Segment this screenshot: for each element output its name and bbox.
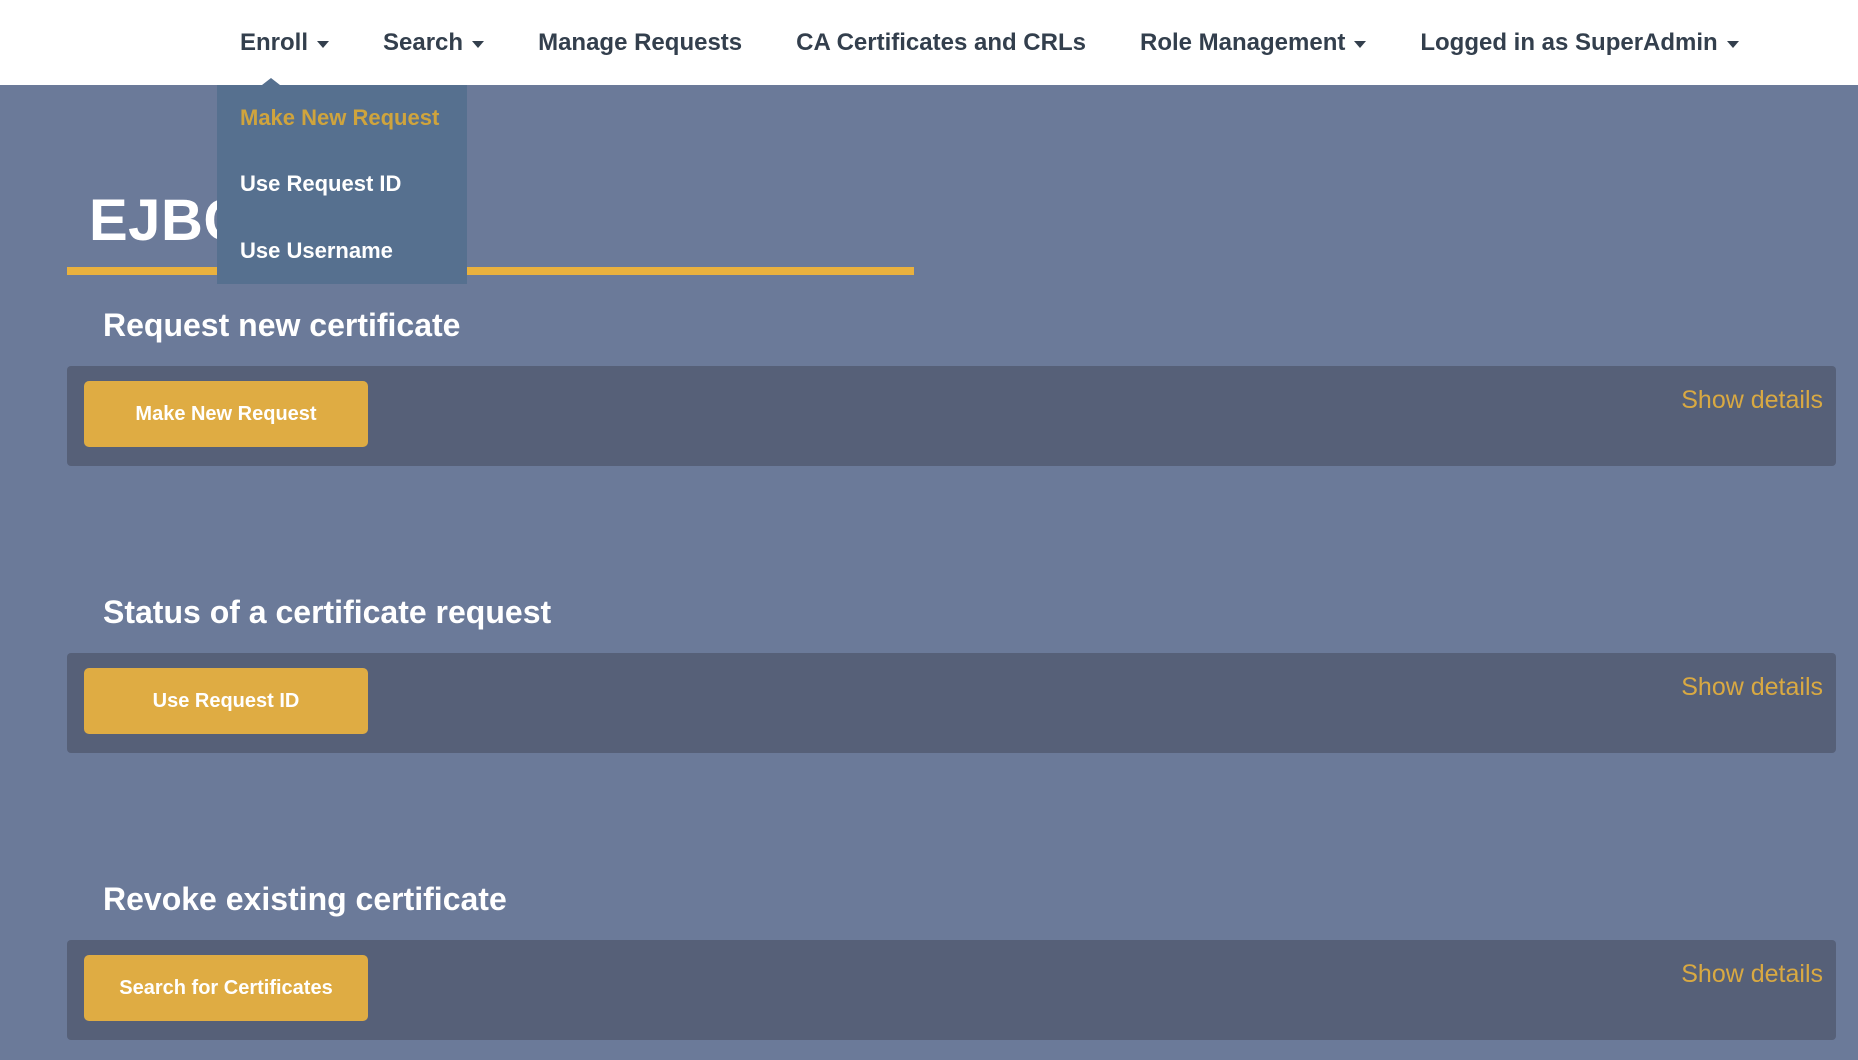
nav-item-ca-certificates-and-crls[interactable]: CA Certificates and CRLs xyxy=(796,29,1086,57)
menu-item-use-username[interactable]: Use Username xyxy=(217,238,467,264)
menu-item-make-new-request[interactable]: Make New Request xyxy=(217,105,467,131)
card-revoke-existing-certificate: Search for Certificates Show details xyxy=(67,940,1836,1040)
nav-item-role-management[interactable]: Role Management xyxy=(1140,29,1366,57)
section-status-of-certificate-request: Status of a certificate request Use Requ… xyxy=(67,596,1836,753)
menu-item-use-request-id[interactable]: Use Request ID xyxy=(217,171,467,197)
card-request-new-certificate: Make New Request Show details xyxy=(67,366,1836,466)
nav-item-ca-certificates-label: CA Certificates and CRLs xyxy=(796,29,1086,57)
dropdown-caret-up-icon xyxy=(262,78,280,85)
section-heading-request-new-certificate: Request new certificate xyxy=(103,309,1836,342)
chevron-down-icon xyxy=(317,41,329,48)
nav-item-search[interactable]: Search xyxy=(383,29,484,57)
section-request-new-certificate: Request new certificate Make New Request… xyxy=(67,309,1836,466)
show-details-link[interactable]: Show details xyxy=(1681,673,1823,702)
top-navbar: Enroll Search Manage Requests CA Certifi… xyxy=(0,0,1858,85)
nav-item-search-label: Search xyxy=(383,29,463,57)
search-for-certificates-button[interactable]: Search for Certificates xyxy=(84,955,368,1021)
menu-item-use-request-id-label: Use Request ID xyxy=(240,171,401,197)
enroll-dropdown-menu: Make New Request Use Request ID Use User… xyxy=(217,85,467,284)
nav-item-enroll[interactable]: Enroll xyxy=(240,29,329,57)
use-request-id-button[interactable]: Use Request ID xyxy=(84,668,368,734)
chevron-down-icon xyxy=(1354,41,1366,48)
show-details-link[interactable]: Show details xyxy=(1681,960,1823,989)
show-details-link[interactable]: Show details xyxy=(1681,386,1823,415)
menu-item-use-username-label: Use Username xyxy=(240,238,393,264)
nav-item-logged-in-as-superadmin[interactable]: Logged in as SuperAdmin xyxy=(1420,29,1738,57)
nav-item-manage-requests[interactable]: Manage Requests xyxy=(538,29,742,57)
section-revoke-existing-certificate: Revoke existing certificate Search for C… xyxy=(67,883,1836,1040)
nav-item-role-management-label: Role Management xyxy=(1140,29,1345,57)
section-heading-revoke-existing-certificate: Revoke existing certificate xyxy=(103,883,1836,916)
chevron-down-icon xyxy=(1727,41,1739,48)
nav-item-logged-in-label: Logged in as SuperAdmin xyxy=(1420,29,1717,57)
nav-item-enroll-label: Enroll xyxy=(240,29,308,57)
make-new-request-button[interactable]: Make New Request xyxy=(84,381,368,447)
title-underline xyxy=(67,267,914,275)
chevron-down-icon xyxy=(472,41,484,48)
card-status-of-certificate-request: Use Request ID Show details xyxy=(67,653,1836,753)
nav-item-manage-requests-label: Manage Requests xyxy=(538,29,742,57)
section-heading-status-of-certificate-request: Status of a certificate request xyxy=(103,596,1836,629)
menu-item-make-new-request-label: Make New Request xyxy=(240,105,439,131)
